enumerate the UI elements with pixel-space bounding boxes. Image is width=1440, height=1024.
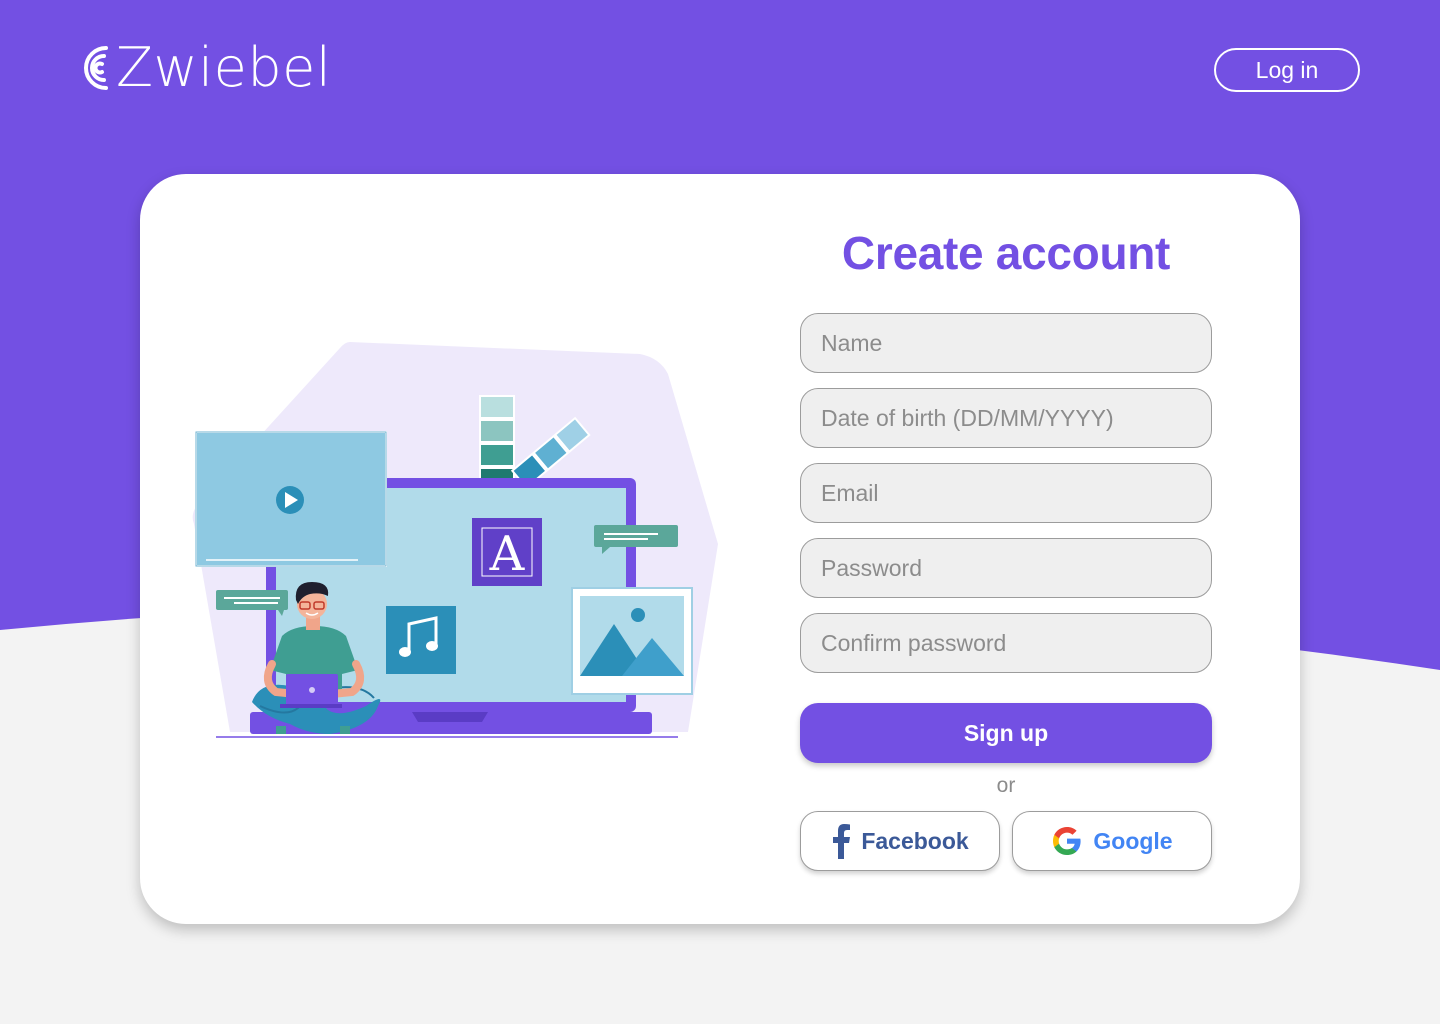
login-button[interactable]: Log in	[1214, 48, 1360, 92]
video-player	[195, 431, 387, 567]
password-input[interactable]	[800, 538, 1212, 598]
facebook-label: Facebook	[861, 827, 969, 854]
signup-card: A Create account Name Date of birth (DD/…	[140, 174, 1300, 924]
email-input[interactable]	[800, 463, 1212, 523]
facebook-login-button[interactable]: Facebook	[800, 811, 1000, 871]
letter-a-icon: A	[472, 518, 542, 586]
name-input[interactable]	[800, 313, 1212, 373]
signup-button[interactable]: Sign up	[800, 703, 1212, 763]
workspace-illustration: A	[192, 342, 718, 738]
or-divider: or	[996, 774, 1016, 797]
brand-name: Zwiebel	[116, 36, 332, 99]
brand-logo[interactable]: Zwiebel	[78, 38, 331, 98]
music-note-icon	[386, 606, 456, 674]
form-title: Create account	[841, 227, 1171, 279]
google-login-button[interactable]: Google	[1012, 811, 1212, 871]
google-icon	[1051, 825, 1083, 857]
confirm-password-input[interactable]	[800, 613, 1212, 673]
google-label: Google	[1093, 827, 1173, 854]
zwiebel-logo-icon	[84, 46, 108, 90]
image-icon	[571, 587, 693, 695]
date-of-birth-input[interactable]	[800, 388, 1212, 448]
facebook-icon	[831, 823, 851, 859]
svg-text:A: A	[489, 526, 526, 582]
